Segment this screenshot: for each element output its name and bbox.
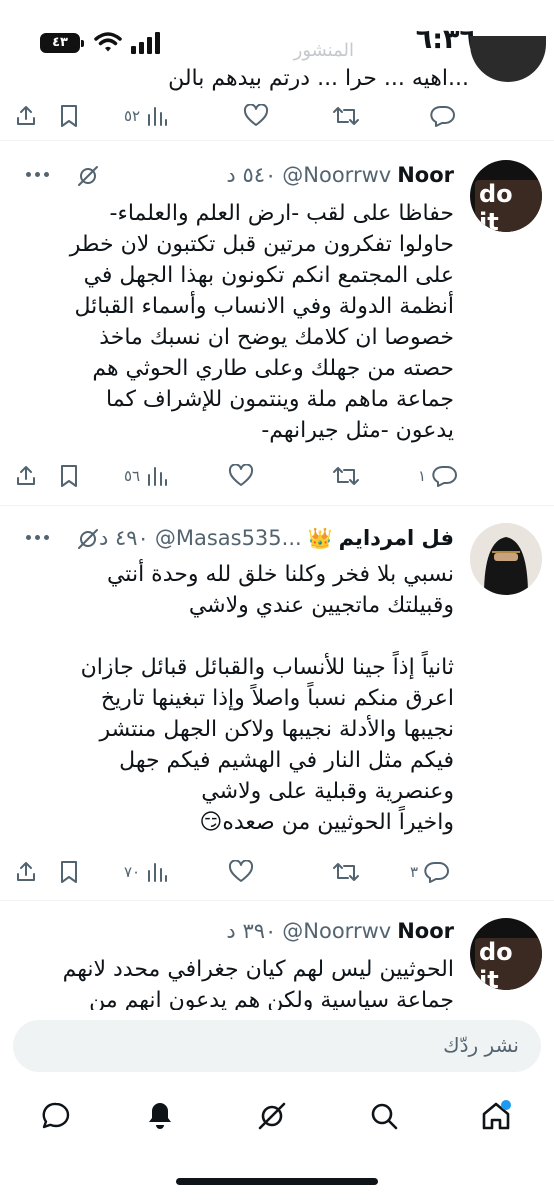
bookmark-button[interactable]	[58, 852, 80, 892]
crown-emoji: 👑	[307, 526, 333, 550]
views-button[interactable]: ٥٢	[124, 96, 168, 136]
tab-messages[interactable]	[26, 1086, 86, 1146]
header-ghost-title: المنشور	[293, 40, 354, 61]
like-button[interactable]	[228, 456, 260, 496]
reply-icon	[430, 105, 455, 127]
replies-count: ٣	[410, 863, 419, 881]
views-button[interactable]: ٥٦	[124, 456, 168, 496]
more-options-icon[interactable]	[26, 172, 56, 180]
notifications-icon	[149, 1103, 171, 1129]
divider	[0, 505, 554, 506]
retweet-button[interactable]	[332, 852, 366, 892]
views-icon	[148, 467, 168, 486]
tweet-time: ٣٩٠ د	[226, 919, 277, 943]
bookmark-button[interactable]	[58, 456, 80, 496]
avatar[interactable]: do it	[470, 918, 542, 990]
reply-input[interactable]: نشر ردّك	[13, 1020, 541, 1072]
share-button[interactable]	[14, 96, 38, 136]
divider	[0, 140, 554, 141]
search-icon	[371, 1103, 398, 1130]
tweet-header: فل امردايم 👑 @Masas535... ٤٩٠ د	[99, 521, 454, 555]
avatar[interactable]: do it	[470, 160, 542, 232]
reply-placeholder: نشر ردّك	[443, 1033, 519, 1057]
views-count: ٧٠	[124, 863, 141, 881]
tweet-actions: ٥٢	[0, 96, 554, 136]
views-button[interactable]: ٧٠	[124, 852, 168, 892]
tweet-actions: ٧٠ ٣	[0, 852, 554, 892]
like-button[interactable]	[228, 852, 260, 892]
avatar-label: do it	[475, 180, 542, 232]
bookmark-icon	[61, 465, 77, 487]
bookmark-icon	[61, 861, 77, 883]
tab-home[interactable]	[466, 1086, 526, 1146]
views-icon	[148, 107, 168, 126]
tweet-header: Noor @Noorrwv ٥٤٠ د	[226, 158, 454, 192]
replies-count: ١	[418, 467, 427, 485]
avatar[interactable]	[470, 523, 542, 595]
reply-button[interactable]: ٣	[410, 852, 450, 892]
messages-icon	[42, 1102, 70, 1129]
author-name[interactable]: فل امردايم	[339, 526, 454, 550]
retweet-button[interactable]	[332, 456, 366, 496]
tab-search[interactable]	[354, 1086, 414, 1146]
share-icon	[17, 106, 35, 125]
author-handle[interactable]: @Noorrwv	[282, 919, 391, 943]
bookmark-button[interactable]	[58, 96, 80, 136]
tweet-time: ٤٩٠ د	[98, 526, 149, 550]
tab-grok[interactable]	[242, 1086, 302, 1146]
grok-icon	[258, 1102, 286, 1130]
home-icon	[482, 1100, 511, 1130]
tweet-text: الحوثيين ليس لهم كيان جغرافي محدد لانهم …	[62, 957, 454, 1010]
grok-icon[interactable]	[76, 164, 100, 188]
reply-button[interactable]: ١	[418, 456, 458, 496]
previous-tweet-text: ...اهيه ... حرا ... درتم بيدهم بالن	[168, 66, 469, 91]
more-options-icon[interactable]	[26, 535, 56, 543]
tweet-text: حفاظا على لقب -ارض العلم والعلماء- حاولو…	[69, 201, 454, 443]
tweet-text: نسبي بلا فخر وكلنا خلق لله وحدة أنتي وقب…	[80, 562, 454, 835]
retweet-icon	[333, 863, 359, 881]
share-button[interactable]	[14, 852, 38, 892]
retweet-button[interactable]	[332, 96, 360, 136]
share-icon	[17, 466, 35, 485]
avatar[interactable]	[470, 36, 546, 82]
heart-icon	[228, 860, 254, 882]
author-name[interactable]: Noor	[397, 919, 454, 943]
bookmark-icon	[61, 105, 77, 127]
tweet[interactable]: do it Noor @Noorrwv ٣٩٠ د الحوثيين ليس ل…	[0, 914, 554, 1010]
tab-bar	[0, 1086, 554, 1156]
retweet-icon	[333, 467, 359, 485]
heart-icon	[243, 104, 269, 126]
tweet-header: Noor @Noorrwv ٣٩٠ د	[226, 914, 454, 948]
divider	[0, 900, 554, 901]
views-count: ٥٦	[124, 467, 141, 485]
views-icon	[148, 863, 168, 882]
share-button[interactable]	[14, 456, 38, 496]
author-handle[interactable]: @Masas535...	[155, 526, 302, 550]
tweet-time: ٥٤٠ د	[226, 163, 277, 187]
like-button[interactable]	[243, 96, 269, 136]
tweet-actions: ٥٦ ١	[0, 456, 554, 496]
avatar-label: do it	[475, 938, 542, 990]
heart-icon	[228, 464, 254, 486]
grok-icon[interactable]	[76, 527, 100, 551]
reply-icon	[432, 465, 458, 487]
home-indicator[interactable]	[176, 1178, 378, 1185]
share-icon	[17, 862, 35, 881]
previous-tweet-fragment: المنشور ...اهيه ... حرا ... درتم بيدهم ب…	[0, 36, 554, 96]
author-name[interactable]: Noor	[397, 163, 454, 187]
tab-notifications[interactable]	[130, 1086, 190, 1146]
profile-photo	[470, 523, 542, 595]
reply-icon	[424, 861, 450, 883]
views-count: ٥٢	[124, 107, 141, 125]
reply-button[interactable]	[430, 96, 456, 136]
author-handle[interactable]: @Noorrwv	[282, 163, 391, 187]
retweet-icon	[333, 107, 359, 125]
